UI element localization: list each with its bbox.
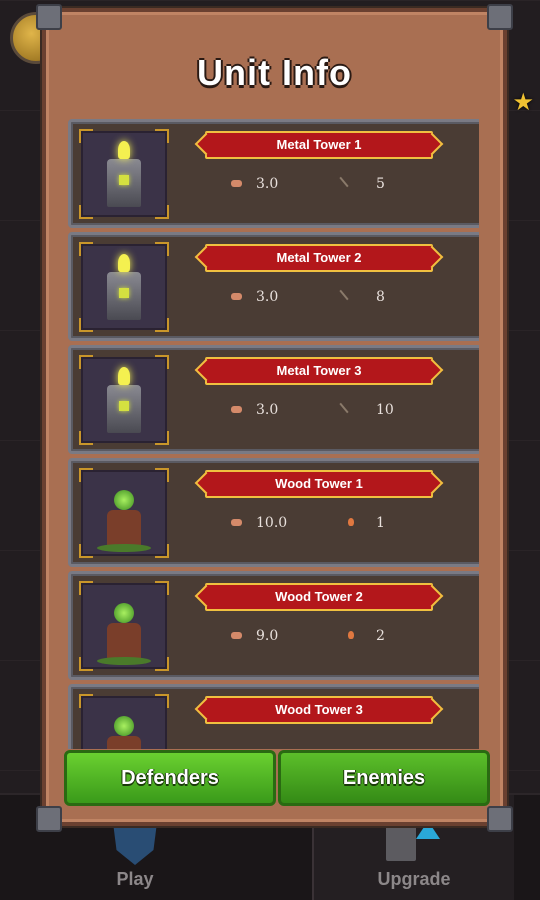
unit-stat-power: 5: [376, 176, 385, 192]
wood-tower-icon: [97, 603, 151, 665]
unit-name: Metal Tower 2: [205, 244, 433, 272]
unit-card[interactable]: Wood Tower 3: [68, 684, 479, 749]
pickaxe-icon: [339, 289, 349, 301]
corner-bolt-icon: [36, 806, 62, 832]
wood-tower-icon: [107, 716, 141, 749]
unit-portrait: [79, 468, 169, 558]
unit-portrait: [79, 129, 169, 219]
unit-name: Wood Tower 3: [205, 696, 433, 724]
pickaxe-icon: [339, 176, 349, 188]
tab-upgrade-label: Upgrade: [377, 869, 451, 889]
unit-name: Wood Tower 1: [205, 470, 433, 498]
unit-name: Metal Tower 1: [205, 131, 433, 159]
metal-tower-icon: [107, 141, 141, 207]
star-icon: ★: [512, 88, 534, 116]
speed-icon: [231, 180, 242, 187]
unit-stat-power: 1: [376, 515, 385, 531]
unit-stat-power: 8: [376, 289, 385, 305]
corner-bolt-icon: [487, 806, 513, 832]
unit-stat-speed: 3.0: [256, 176, 279, 192]
fire-icon: [348, 631, 354, 639]
unit-stat-speed: 3.0: [256, 289, 279, 305]
wood-tower-icon: [97, 490, 151, 552]
unit-stat-speed: 3.0: [256, 402, 279, 418]
modal-title: Unit Info: [197, 52, 352, 93]
pickaxe-icon: [339, 402, 349, 414]
corner-bolt-icon: [487, 4, 513, 30]
unit-card[interactable]: Metal Tower 1 3.0 5: [68, 119, 479, 228]
unit-stat-power: 10: [376, 402, 394, 418]
unit-stat-speed: 9.0: [256, 628, 279, 644]
enemies-button[interactable]: Enemies: [278, 750, 490, 806]
unit-name: Metal Tower 3: [205, 357, 433, 385]
unit-portrait: [79, 242, 169, 332]
corner-bolt-icon: [36, 4, 62, 30]
speed-icon: [231, 519, 242, 526]
fire-icon: [348, 518, 354, 526]
unit-card[interactable]: Wood Tower 1 10.0 1: [68, 458, 479, 567]
tab-play-label: Play: [116, 869, 154, 889]
unit-portrait: [79, 581, 169, 671]
speed-icon: [231, 632, 242, 639]
metal-tower-icon: [107, 254, 141, 320]
unit-portrait: [79, 694, 169, 749]
unit-card[interactable]: Metal Tower 2 3.0 8: [68, 232, 479, 341]
unit-stat-speed: 10.0: [256, 515, 288, 531]
unit-portrait: [79, 355, 169, 445]
speed-icon: [231, 293, 242, 300]
defenders-button[interactable]: Defenders: [64, 750, 276, 806]
speed-icon: [231, 406, 242, 413]
unit-info-modal: Unit Info Metal Tower 1 3.0 5 Metal Tower 2…: [36, 4, 513, 832]
unit-list[interactable]: Metal Tower 1 3.0 5 Metal Tower 2 3.0 8 Metal …: [68, 119, 479, 749]
unit-name: Wood Tower 2: [205, 583, 433, 611]
unit-card[interactable]: Metal Tower 3 3.0 10: [68, 345, 479, 454]
metal-tower-icon: [107, 367, 141, 433]
unit-stat-power: 2: [376, 628, 385, 644]
unit-card[interactable]: Wood Tower 2 9.0 2: [68, 571, 479, 680]
